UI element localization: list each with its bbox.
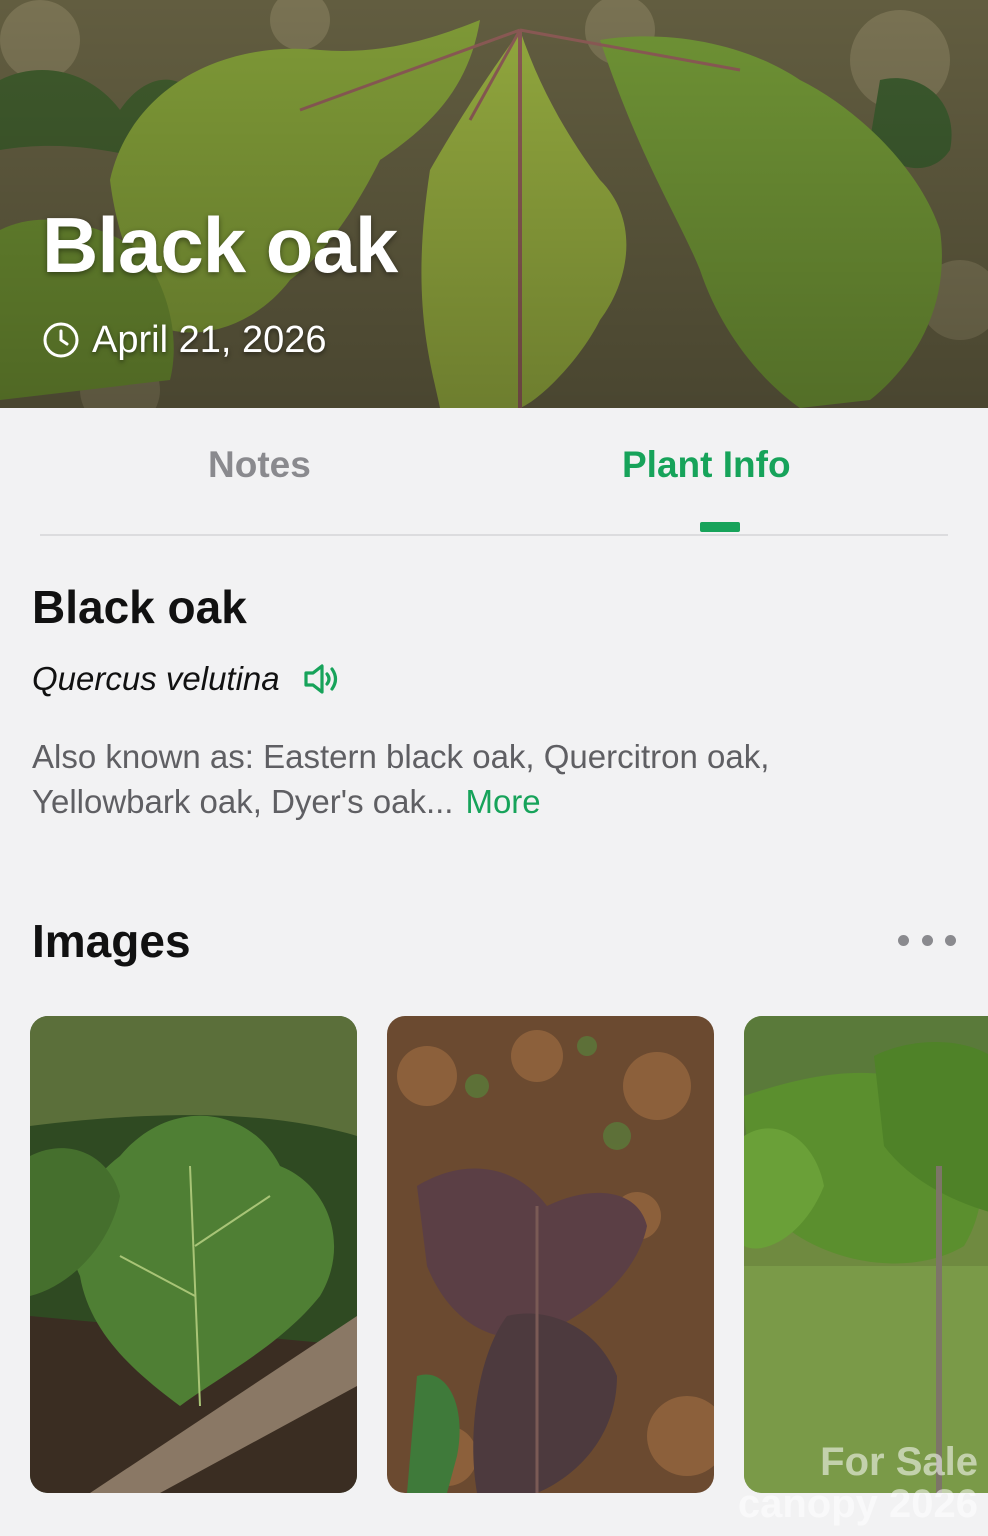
oak-sapling-photo — [744, 1016, 988, 1493]
watermark: For Sale canopy 2026 — [700, 1430, 988, 1530]
also-known-as-text: Also known as: Eastern black oak, Querci… — [32, 738, 770, 820]
speaker-icon[interactable] — [302, 662, 342, 696]
dot — [898, 934, 909, 946]
more-link[interactable]: More — [465, 783, 540, 820]
hero-header: Black oak April 21, 2026 — [0, 0, 988, 408]
oak-seedling-photo — [387, 1016, 714, 1493]
hero-title: Black oak — [42, 201, 398, 289]
plant-scientific-name: Quercus velutina — [32, 660, 280, 697]
tab-bar: Notes Plant Info — [40, 430, 948, 536]
watermark-line-1: For Sale — [820, 1440, 978, 1484]
more-options-icon[interactable] — [898, 924, 956, 956]
tab-notes[interactable]: Notes — [208, 444, 311, 486]
plant-common-name: Black oak — [32, 581, 247, 633]
tab-plant-info[interactable]: Plant Info — [622, 444, 791, 486]
plant-image-2[interactable] — [387, 1016, 714, 1493]
watermark-line-2: canopy 2026 — [737, 1482, 978, 1526]
plant-image-1[interactable] — [30, 1016, 357, 1493]
plant-image-3[interactable] — [744, 1016, 988, 1493]
dot — [921, 934, 933, 946]
hero-date-text: April 21, 2026 — [92, 318, 327, 361]
active-tab-indicator — [700, 522, 740, 532]
clock-icon — [43, 322, 79, 358]
hero-date: April 21, 2026 — [42, 318, 327, 362]
dot — [945, 934, 956, 946]
also-known-as: Also known as: Eastern black oak, Querci… — [32, 734, 932, 824]
oak-leaves-photo — [30, 1016, 357, 1493]
scientific-name-row: Quercus velutina — [32, 660, 342, 698]
images-section-title: Images — [32, 915, 191, 967]
